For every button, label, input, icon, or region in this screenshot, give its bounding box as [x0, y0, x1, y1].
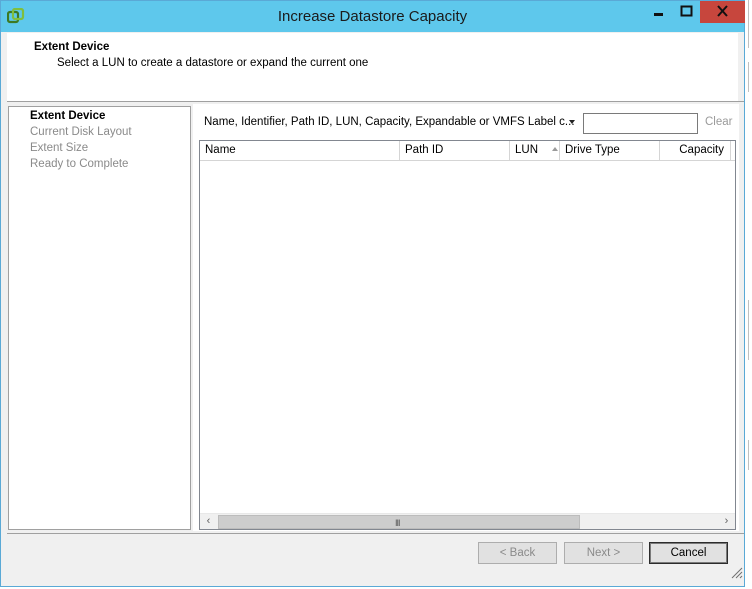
filter-field-dropdown[interactable]: Name, Identifier, Path ID, LUN, Capacity…: [204, 116, 575, 128]
background-window-edge: [746, 0, 752, 589]
scroll-right-icon[interactable]: ›: [718, 514, 735, 530]
dropdown-arrow-icon[interactable]: [569, 120, 575, 124]
scrollbar-grip: III: [395, 518, 400, 528]
column-header-lun-label: LUN: [515, 144, 539, 156]
header-divider: [7, 101, 744, 102]
minimize-icon: [654, 13, 663, 16]
background-edge-line: [748, 440, 749, 470]
clear-filter-link[interactable]: Clear: [705, 116, 732, 128]
header-title: Extent Device: [34, 41, 110, 53]
scroll-left-icon[interactable]: ‹: [200, 514, 217, 530]
column-header-capacity[interactable]: Capacity: [660, 141, 731, 160]
maximize-button[interactable]: [673, 1, 700, 23]
back-button[interactable]: < Back: [478, 542, 557, 564]
background-edge-line: [748, 0, 749, 48]
step-ready-to-complete: Ready to Complete: [30, 158, 129, 170]
lun-table: Name Path ID LUN Drive Type Capacity ‹ I…: [199, 140, 736, 530]
next-button[interactable]: Next >: [564, 542, 643, 564]
step-extent-size: Extent Size: [30, 142, 89, 154]
step-current-disk-layout: Current Disk Layout: [30, 126, 132, 138]
scrollbar-thumb[interactable]: III: [218, 515, 580, 529]
dialog-window: Increase Datastore Capacity Extent Devic…: [0, 0, 745, 587]
filter-input[interactable]: [583, 113, 698, 134]
column-header-path-id[interactable]: Path ID: [400, 141, 510, 160]
step-extent-device[interactable]: Extent Device: [30, 110, 105, 122]
resize-grip-icon[interactable]: [731, 567, 743, 579]
title-bar[interactable]: Increase Datastore Capacity: [1, 1, 745, 32]
minimize-button[interactable]: [644, 1, 673, 23]
column-header-name[interactable]: Name: [200, 141, 400, 160]
table-header: Name Path ID LUN Drive Type Capacity: [200, 141, 735, 161]
close-button[interactable]: [700, 1, 745, 23]
close-icon: [717, 5, 728, 17]
wizard-steps-panel: Extent Device Current Disk Layout Extent…: [8, 106, 191, 530]
column-header-lun[interactable]: LUN: [510, 141, 560, 160]
column-header-drive-type[interactable]: Drive Type: [560, 141, 660, 160]
footer-divider: [7, 533, 744, 534]
sort-ascending-icon: [552, 147, 558, 151]
content-panel: Name, Identifier, Path ID, LUN, Capacity…: [193, 104, 739, 531]
wizard-header: Extent Device Select a LUN to create a d…: [7, 33, 738, 101]
horizontal-scrollbar[interactable]: ‹ III ›: [200, 513, 735, 529]
background-edge-line: [748, 300, 749, 360]
header-subtitle: Select a LUN to create a datastore or ex…: [57, 57, 369, 69]
maximize-icon: [680, 5, 693, 17]
window-title: Increase Datastore Capacity: [277, 8, 468, 25]
background-edge-line: [748, 62, 749, 92]
cancel-button[interactable]: Cancel: [649, 542, 728, 564]
